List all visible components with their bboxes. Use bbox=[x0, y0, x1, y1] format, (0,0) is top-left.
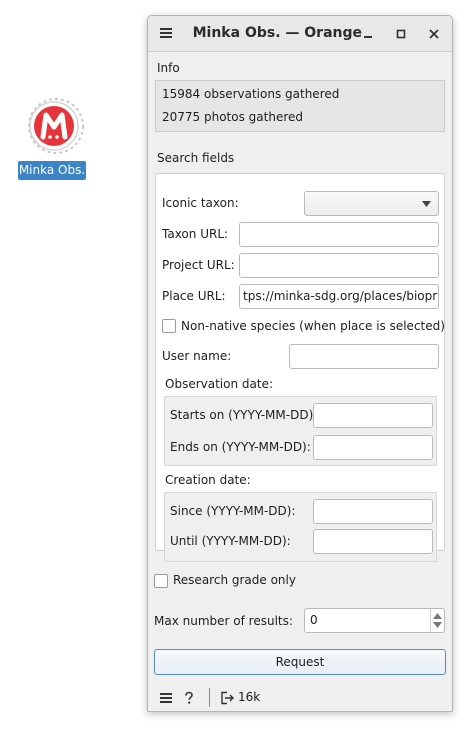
title-bar[interactable]: Minka Obs. — Orange bbox=[148, 16, 452, 52]
project-url-input[interactable] bbox=[239, 253, 439, 278]
widget-window: Minka Obs. — Orange Info 15984 observati… bbox=[147, 15, 453, 712]
minimize-icon[interactable] bbox=[360, 26, 376, 42]
until-input[interactable] bbox=[313, 529, 433, 554]
observation-date-heading: Observation date: bbox=[165, 377, 273, 391]
research-grade-label[interactable]: Research grade only bbox=[173, 573, 296, 587]
info-heading: Info bbox=[157, 61, 180, 75]
non-native-checkbox[interactable] bbox=[162, 319, 176, 333]
output-count: 16k bbox=[238, 690, 261, 704]
hamburger-icon[interactable] bbox=[159, 26, 173, 40]
since-input[interactable] bbox=[313, 499, 433, 524]
hamburger-icon[interactable] bbox=[159, 691, 173, 705]
creation-date-group: Since (YYYY-MM-DD): Until (YYYY-MM-DD): bbox=[164, 492, 437, 562]
project-url-label: Project URL: bbox=[162, 258, 235, 272]
starts-on-input[interactable] bbox=[313, 403, 433, 428]
place-url-label: Place URL: bbox=[162, 289, 226, 303]
observations-count: 15984 observations gathered bbox=[162, 87, 340, 101]
since-label: Since (YYYY-MM-DD): bbox=[170, 504, 296, 518]
max-results-spinbox[interactable]: 0 bbox=[304, 608, 445, 633]
search-fields-heading: Search fields bbox=[157, 151, 235, 165]
starts-on-label: Starts on (YYYY-MM-DD): bbox=[170, 408, 318, 422]
request-button[interactable]: Request bbox=[154, 649, 446, 675]
desktop-icon-label: Minka Obs. bbox=[18, 161, 86, 180]
creation-date-heading: Creation date: bbox=[165, 473, 251, 487]
spin-up-icon[interactable] bbox=[433, 613, 442, 619]
search-fields-group: Iconic taxon: Taxon URL: Project URL: Pl… bbox=[155, 173, 445, 562]
taxon-url-label: Taxon URL: bbox=[162, 227, 229, 241]
photos-count: 20775 photos gathered bbox=[162, 110, 303, 124]
observation-date-group: Starts on (YYYY-MM-DD): Ends on (YYYY-MM… bbox=[164, 396, 437, 466]
output-icon[interactable] bbox=[220, 691, 234, 705]
until-label: Until (YYYY-MM-DD): bbox=[170, 534, 291, 548]
ends-on-input[interactable] bbox=[313, 435, 433, 460]
max-results-label: Max number of results: bbox=[154, 614, 293, 628]
window-title: Minka Obs. — Orange bbox=[192, 25, 362, 41]
info-box: 15984 observations gathered 20775 photos… bbox=[155, 80, 445, 132]
ends-on-label: Ends on (YYYY-MM-DD): bbox=[170, 440, 311, 454]
close-icon[interactable] bbox=[426, 26, 442, 42]
chevron-down-icon bbox=[422, 201, 431, 207]
iconic-taxon-label: Iconic taxon: bbox=[162, 196, 239, 210]
iconic-taxon-dropdown[interactable] bbox=[304, 191, 439, 216]
research-grade-checkbox[interactable] bbox=[154, 574, 168, 588]
max-results-value: 0 bbox=[310, 613, 318, 627]
status-separator bbox=[209, 688, 210, 707]
non-native-label[interactable]: Non-native species (when place is select… bbox=[181, 319, 445, 333]
minka-logo-icon bbox=[28, 98, 84, 154]
user-name-input[interactable] bbox=[289, 344, 439, 369]
maximize-icon[interactable] bbox=[393, 26, 409, 42]
status-bar: 16k bbox=[148, 685, 452, 711]
taxon-url-input[interactable] bbox=[239, 222, 439, 247]
help-icon[interactable] bbox=[182, 691, 196, 705]
user-name-label: User name: bbox=[162, 349, 232, 363]
place-url-input[interactable]: tps://minka-sdg.org/places/bioprat bbox=[239, 284, 439, 309]
spin-down-icon[interactable] bbox=[433, 622, 442, 628]
